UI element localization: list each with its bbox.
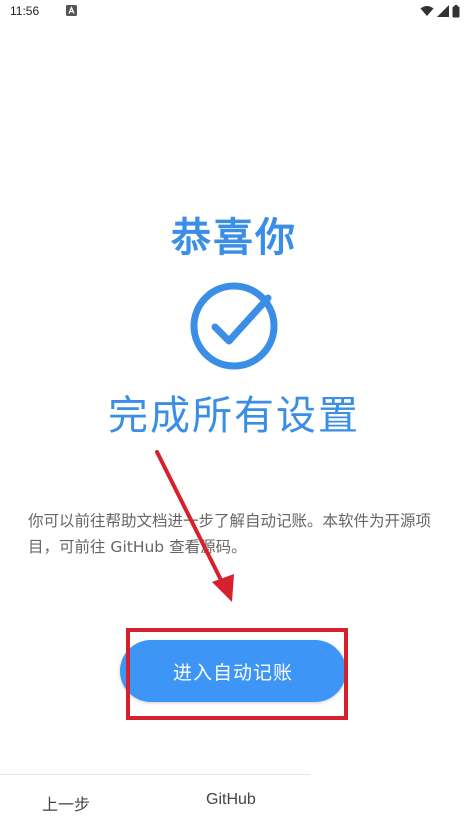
description-text: 你可以前往帮助文档进一步了解自动记账。本软件为开源项目，可前往 GitHub 查… (28, 512, 432, 556)
prev-step-button[interactable]: 上一步 (42, 791, 90, 815)
status-icons (420, 4, 460, 18)
bottom-bar: 上一步 GitHub (0, 775, 468, 831)
subtitle: 完成所有设置 (108, 393, 360, 439)
page-title: 恭喜你 (171, 215, 297, 261)
status-bar: 11:56 (0, 0, 468, 24)
status-time: 11:56 (10, 4, 40, 18)
signal-icon (437, 5, 449, 17)
annotation-highlight-box (126, 628, 348, 720)
github-button[interactable]: GitHub (206, 791, 256, 809)
check-circle-icon (190, 282, 278, 370)
battery-icon (452, 4, 460, 17)
wifi-icon (420, 6, 434, 16)
setup-complete-screen: 11:56 恭喜你 完成所有设置 你可以前往帮助文档进一步了解自动记账。本软件为… (0, 0, 468, 831)
notification-a-icon (66, 5, 77, 16)
